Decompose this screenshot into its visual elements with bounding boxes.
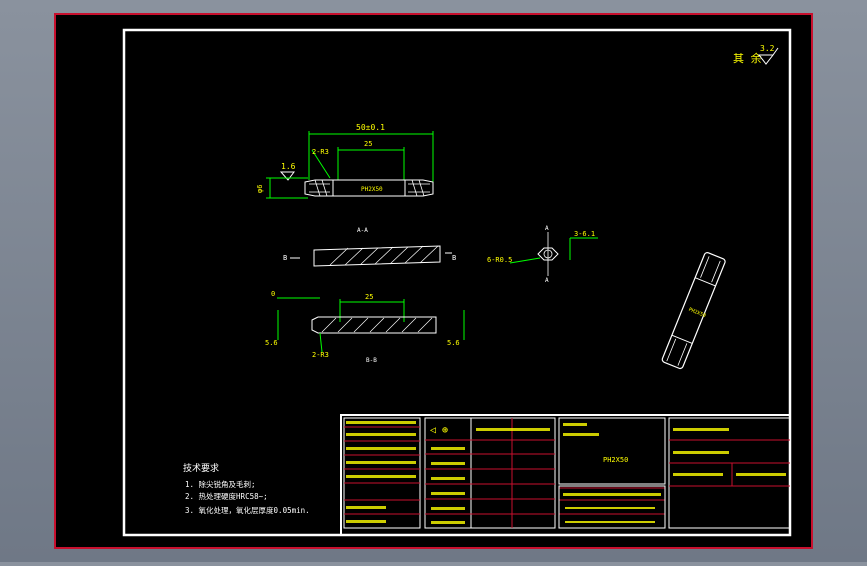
tech-req-item-2: 2. 热处理硬度HRC58~; <box>185 491 268 501</box>
dim-chamfer-left: 2-R3 <box>312 148 329 156</box>
part-label: PH2X50 <box>361 186 383 193</box>
dim-hex-small: 3-6.1 <box>574 230 595 238</box>
tech-req-title: 技术要求 <box>183 462 219 474</box>
model-space <box>54 13 813 549</box>
dim-hex-width: 6-R0.5 <box>487 256 512 264</box>
section-marker-right: B <box>452 254 456 262</box>
dim-overall: 50±0.1 <box>356 123 385 132</box>
cad-drawing-canvas: 其 余 3.2 50±0.1 25 2-R3 1.6 φ6 PH2X50 A-A… <box>54 13 813 549</box>
roughness-local: 1.6 <box>281 162 296 171</box>
dim-left-depth: 5.6 <box>265 339 278 347</box>
tech-req-item-3: 3. 氧化处理，氧化层厚度0.05min. <box>185 505 310 515</box>
dim-section-len-top: 25 <box>364 140 372 148</box>
end-view-marker-bottom: A <box>545 277 549 284</box>
title-part-name: PH2X50 <box>603 456 628 464</box>
roughness-rest-value: 3.2 <box>760 44 775 53</box>
end-view-marker-top: A <box>545 225 549 232</box>
dim-right-depth: 5.6 <box>447 339 460 347</box>
dim-section-len-mid: 25 <box>365 293 373 301</box>
section-marker-left: B <box>283 254 287 262</box>
dim-diameter: φ6 <box>256 185 264 193</box>
section-bb-label: B-B <box>366 357 377 364</box>
cad-viewport[interactable]: 其 余 3.2 50±0.1 25 2-R3 1.6 φ6 PH2X50 A-A… <box>0 0 867 562</box>
tech-req-item-1: 1. 除尖锐角及毛刺; <box>185 479 256 489</box>
section-aa-label: A-A <box>357 227 368 234</box>
roughness-rest-label: 其 余 <box>733 51 762 65</box>
dim-offset-zero: 0 <box>271 290 275 298</box>
dim-chamfer-bottom: 2-R3 <box>312 351 329 359</box>
projection-symbols: ◁ ⊕ <box>430 425 448 436</box>
